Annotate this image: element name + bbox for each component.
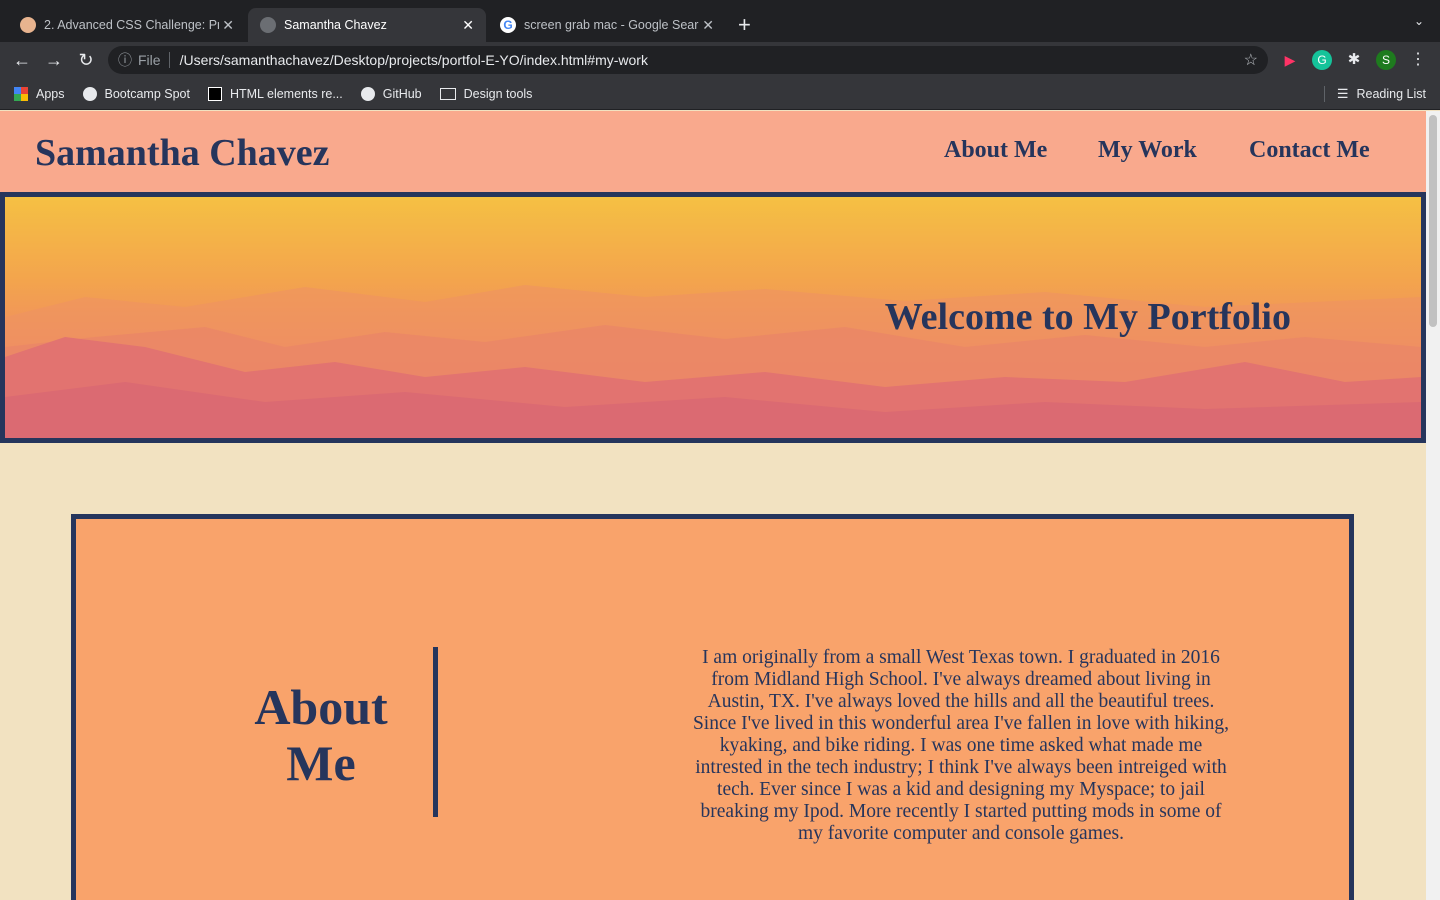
close-icon[interactable]: ✕ — [222, 17, 234, 34]
bookmark-label: Design tools — [463, 86, 533, 101]
about-heading: About Me — [254, 679, 388, 791]
about-section: About Me I am originally from a small We… — [71, 514, 1354, 900]
forward-button[interactable]: → — [38, 50, 70, 71]
tab-bar: 2. Advanced CSS Challenge: Pr ✕ Samantha… — [0, 0, 1440, 42]
bookmark-github[interactable]: GitHub — [360, 86, 422, 101]
reload-button[interactable]: ↻ — [70, 50, 102, 71]
scrollbar[interactable] — [1426, 111, 1440, 900]
close-icon[interactable]: ✕ — [462, 17, 474, 34]
tab-search-chevron-icon[interactable]: ⌄ — [1414, 14, 1424, 28]
bookmark-label: Apps — [36, 86, 65, 101]
nav-my-work[interactable]: My Work — [1098, 137, 1197, 164]
bookmark-apps[interactable]: Apps — [14, 86, 65, 101]
screen-record-extension-icon[interactable]: ▶ — [1280, 50, 1300, 70]
reading-list-button[interactable]: ☰ Reading List — [1323, 85, 1427, 102]
grammarly-icon[interactable]: G — [1312, 50, 1332, 70]
tab-css-challenge[interactable]: 2. Advanced CSS Challenge: Pr ✕ — [8, 8, 246, 42]
close-icon[interactable]: ✕ — [702, 17, 714, 34]
tab-samantha-chavez[interactable]: Samantha Chavez ✕ — [248, 8, 486, 42]
bookmark-star-icon[interactable]: ☆ — [1244, 50, 1258, 70]
tab-title: Samantha Chavez — [284, 18, 387, 32]
page-viewport: Samantha Chavez About Me My Work Contact… — [0, 111, 1426, 900]
tab-title: 2. Advanced CSS Challenge: Pr — [44, 18, 219, 32]
hero-title: Welcome to My Portfolio — [884, 296, 1291, 338]
scheme-label: File — [138, 52, 170, 68]
site-header: Samantha Chavez About Me My Work Contact… — [0, 111, 1426, 192]
bookmark-design-tools[interactable]: Design tools — [439, 86, 533, 101]
globe-icon — [260, 17, 276, 33]
url-text[interactable]: /Users/samanthachavez/Desktop/projects/p… — [180, 52, 648, 68]
address-bar[interactable]: ⓘ File /Users/samanthachavez/Desktop/pro… — [108, 46, 1268, 74]
bootcamp-icon — [20, 17, 36, 33]
nav-about-me[interactable]: About Me — [944, 137, 1047, 164]
bookmark-label: Bootcamp Spot — [104, 86, 190, 101]
scrollbar-thumb[interactable] — [1429, 115, 1437, 327]
new-tab-button[interactable]: + — [738, 12, 751, 38]
divider — [433, 647, 438, 817]
back-button[interactable]: ← — [6, 50, 38, 71]
hero-banner: Welcome to My Portfolio — [0, 192, 1426, 443]
site-brand[interactable]: Samantha Chavez — [35, 131, 330, 175]
info-icon: ⓘ — [118, 52, 132, 68]
bookmark-label: HTML elements re... — [229, 86, 343, 101]
nav-contact-me[interactable]: Contact Me — [1249, 137, 1370, 164]
apps-grid-icon — [14, 86, 28, 101]
reading-list-icon: ☰ — [1336, 85, 1349, 101]
bookmarks-bar: Apps Bootcamp Spot HTML elements re... G… — [0, 78, 1440, 110]
about-text: I am originally from a small West Texas … — [692, 647, 1230, 844]
tab-google-search[interactable]: G screen grab mac - Google Sear ✕ — [488, 8, 726, 42]
bookmark-label: GitHub — [382, 86, 422, 101]
bookmark-html-elements[interactable]: HTML elements re... — [207, 86, 343, 101]
extensions-puzzle-icon[interactable]: ✱ — [1344, 50, 1364, 70]
globe-icon — [82, 86, 97, 101]
folder-icon — [439, 87, 456, 100]
github-icon — [360, 86, 375, 101]
toolbar: ← → ↻ ⓘ File /Users/samanthachavez/Deskt… — [0, 42, 1440, 78]
bookmark-bootcamp-spot[interactable]: Bootcamp Spot — [82, 86, 190, 101]
menu-kebab-icon[interactable]: ⋮ — [1408, 50, 1428, 70]
google-icon: G — [500, 17, 516, 33]
profile-avatar[interactable]: S — [1376, 50, 1396, 70]
reading-list-label: Reading List — [1356, 86, 1427, 101]
mdn-icon — [207, 86, 222, 101]
tab-title: screen grab mac - Google Sear — [524, 18, 699, 32]
